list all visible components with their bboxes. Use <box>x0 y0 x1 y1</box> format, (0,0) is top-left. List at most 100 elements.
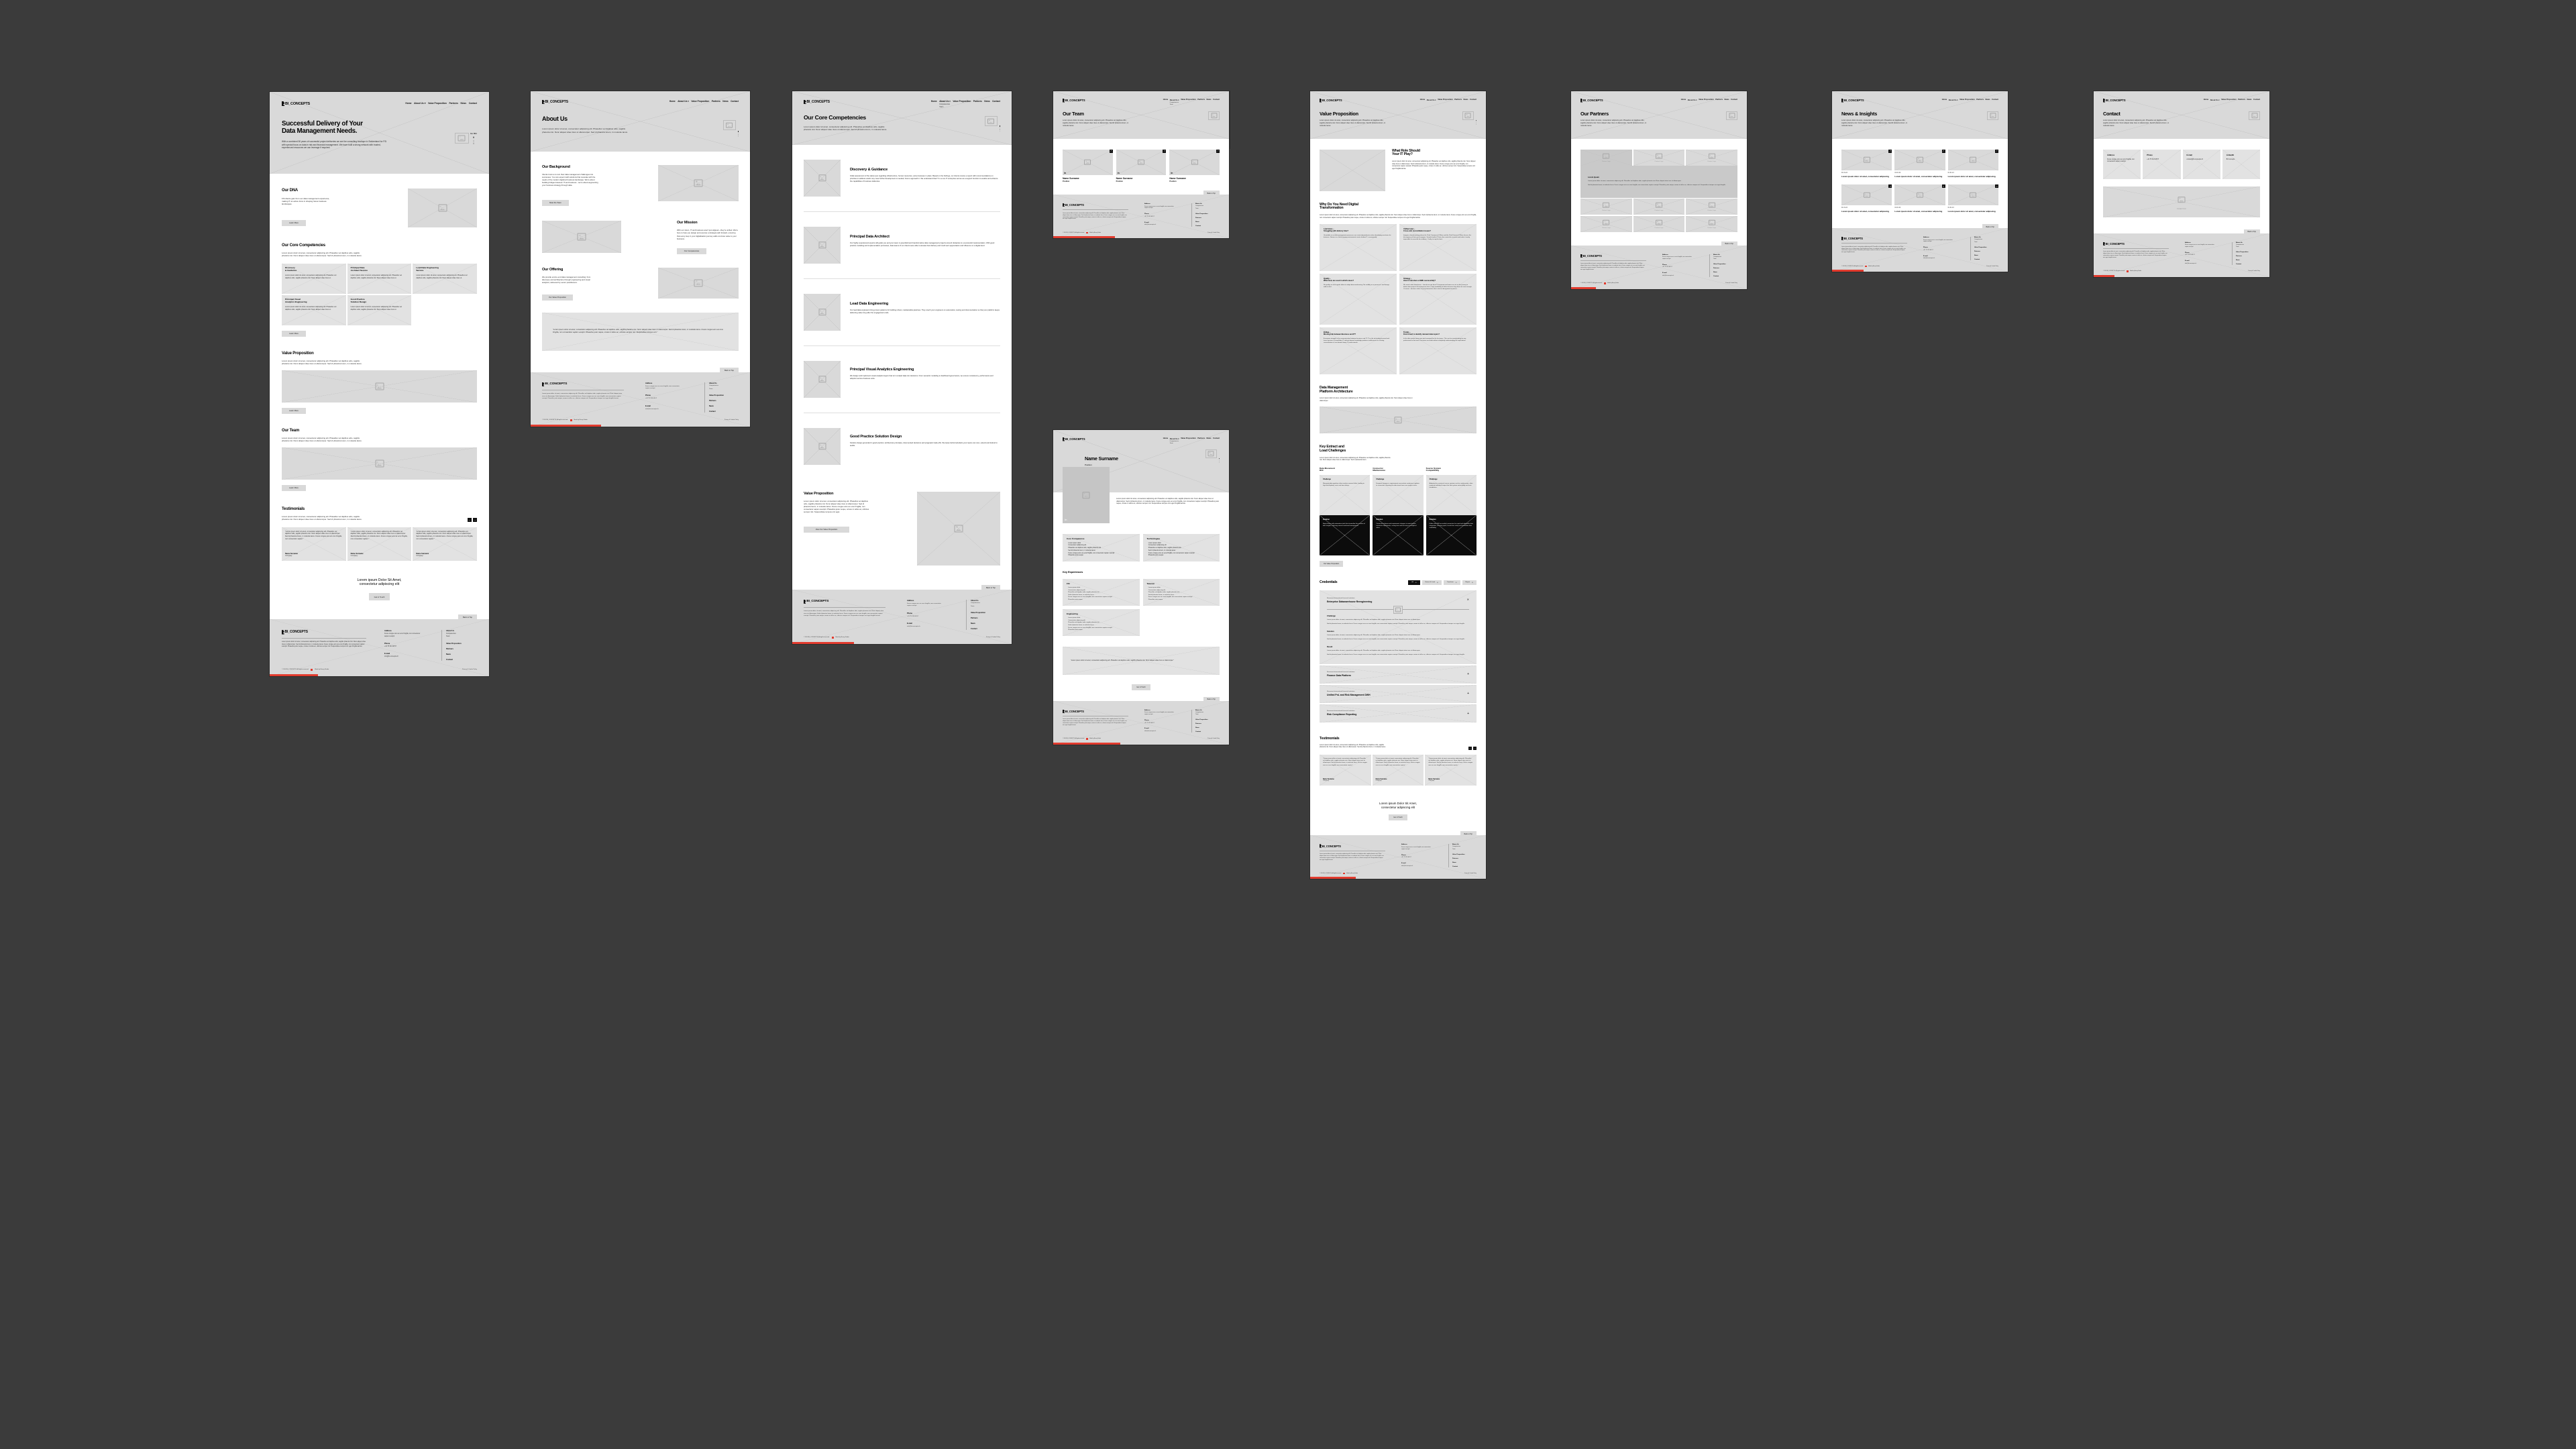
footer-logo[interactable]: BI_CONCEPTS <box>2103 241 2169 246</box>
footer-privacy-link[interactable]: Privacy & Cookie Policy <box>2248 270 2260 272</box>
footer-link-contact[interactable]: Contact <box>1195 731 1220 733</box>
nav-links[interactable]: Home About Us ▾ Value Proposition Partne… <box>2204 99 2260 101</box>
footer-logo[interactable]: BI_CONCEPTS <box>1063 709 1128 713</box>
back-to-top-button[interactable]: Back to Top <box>1203 696 1220 702</box>
nav-item-news[interactable]: News <box>1207 437 1212 440</box>
footer-link-news[interactable]: News <box>1195 221 1220 223</box>
footer-link-about[interactable]: About Us <box>446 630 477 632</box>
footer-email-value[interactable]: info@bi-concepts.ch <box>645 409 683 411</box>
footer-link-value[interactable]: Value Proposition <box>1195 719 1220 720</box>
nav-item-value[interactable]: Value Proposition <box>1438 99 1453 101</box>
nav-item-home[interactable]: Home <box>1942 99 1947 101</box>
nav-links[interactable]: Home About Us ▾ Value Proposition Partne… <box>405 102 477 105</box>
nav-item-contact[interactable]: Contact <box>2253 99 2260 101</box>
back-to-top-button[interactable]: Back to Top <box>981 584 1000 591</box>
nav-item-home[interactable]: Home <box>1681 99 1686 101</box>
nav-links[interactable]: Home About Us ▾ Competencies Team Value … <box>1163 99 1220 105</box>
footer-privacy-link[interactable]: Privacy & Cookie Policy <box>986 637 1000 639</box>
nav-item-news[interactable]: News <box>1207 99 1212 101</box>
nav-item-partners[interactable]: Partners <box>973 100 982 103</box>
partner-logo-tile[interactable]: Partner Logo <box>1686 198 1737 215</box>
footer-phone-value[interactable]: +41 75 313 08 57 <box>1401 857 1432 859</box>
credentials-filter-transform[interactable]: Transform ⊡ <box>1443 580 1460 585</box>
nav-item-news[interactable]: News <box>1464 99 1468 101</box>
nav-item-value[interactable]: Value Proposition <box>428 102 447 105</box>
nav-bar[interactable]: BI_CONCEPTS Home About Us ▾ Value Propos… <box>282 101 477 106</box>
partner-logo-tile[interactable]: Partner Logo <box>1686 215 1737 232</box>
section-dots[interactable] <box>1218 458 1220 463</box>
open-article-icon[interactable]: ↗ <box>1888 149 1892 153</box>
nav-item-contact[interactable]: Contact <box>1213 437 1220 440</box>
page-home[interactable]: BI_CONCEPTS Home About Us ▾ Value Propos… <box>270 92 489 676</box>
view-value-proposition-button[interactable]: View Our Value Proposition <box>804 527 849 533</box>
news-card[interactable]: ↗ 01.01.24 Lorem ipsum dolor sit amet, c… <box>1947 149 1998 178</box>
plus-icon[interactable]: + <box>1467 672 1469 676</box>
nav-item-about[interactable]: About Us ▾ Competencies Team <box>1170 437 1179 444</box>
back-to-top-button[interactable]: Back to Top <box>1982 224 1998 230</box>
footer-email-value[interactable]: info@bi-concepts.ch <box>1923 258 1954 260</box>
nav-item-value[interactable]: Value Proposition <box>953 100 971 103</box>
footer-logo[interactable]: BI_CONCEPTS <box>804 599 885 604</box>
footer-link-competencies[interactable]: Competencies <box>2236 244 2260 246</box>
footer-link-team[interactable]: Team <box>1195 714 1220 716</box>
page-value-proposition[interactable]: BI_CONCEPTS Home About Us ▾ Value Propos… <box>1310 91 1486 879</box>
credential-accordion-item[interactable]: Renowned international financial institu… <box>1320 665 1477 684</box>
meet-the-team-button[interactable]: Meet the Team <box>542 200 569 207</box>
nav-item-contact[interactable]: Contact <box>469 102 477 105</box>
team-member-card[interactable]: ↗ in Name Surname Position <box>1169 149 1220 182</box>
footer-email-value[interactable]: info@bi-concepts.ch <box>1662 275 1693 277</box>
footer-email-value[interactable]: info@bi-concepts.ch <box>2185 263 2216 265</box>
footer-made-by[interactable]: Made by Bunny Studio <box>315 669 329 671</box>
footer-logo[interactable]: BI_CONCEPTS <box>1841 237 1907 241</box>
footer-link-partners[interactable]: Partners <box>709 400 739 402</box>
logo[interactable]: BI_CONCEPTS <box>1063 437 1085 441</box>
nav-links[interactable]: Home About Us ▾ Value Proposition Partne… <box>1420 99 1477 101</box>
open-article-icon[interactable]: ↗ <box>1941 184 1945 189</box>
back-to-top-button[interactable]: Back to Top <box>2243 229 2260 235</box>
competency-card[interactable]: Lead Data Engineering Service Lorem ipsu… <box>413 264 477 294</box>
footer-link-team[interactable]: Team <box>2236 246 2260 248</box>
footer-privacy-link[interactable]: Privacy & Cookie Policy <box>1208 738 1220 740</box>
nav-links[interactable]: Home About Us ▾ Competencies Team Value … <box>1163 437 1220 444</box>
footer-link-competencies[interactable]: Competencies <box>1974 239 1998 241</box>
nav-item-value[interactable]: Value Proposition <box>2221 99 2237 101</box>
footer-link-about[interactable]: About Us <box>1713 254 1737 256</box>
nav-links[interactable]: Home About Us ▾ Competencies Team Value … <box>931 100 1000 108</box>
footer-phone-value[interactable]: +41 75 313 08 57 <box>2185 254 2216 256</box>
nav-item-home[interactable]: Home <box>405 102 411 105</box>
footer-link-partners[interactable]: Partners <box>1713 268 1737 269</box>
footer-logo[interactable]: BI_CONCEPTS <box>1063 203 1128 207</box>
plus-icon[interactable]: + <box>1467 692 1469 696</box>
back-to-top-button[interactable]: Back to Top <box>1721 241 1737 247</box>
open-article-icon[interactable]: ↗ <box>1995 184 1998 189</box>
open-member-icon[interactable]: ↗ <box>1109 149 1113 153</box>
testimonial-prev-button[interactable]: ← <box>1468 746 1472 750</box>
linkedin-icon[interactable]: in <box>1064 172 1066 174</box>
footer-link-contact[interactable]: Contact <box>971 628 1000 630</box>
footer-phone-value[interactable]: +41 75 313 08 57 <box>1144 722 1175 724</box>
news-card[interactable]: ↗ 01.01.24 Lorem ipsum dolor sit amet, c… <box>1894 149 1945 178</box>
competency-card[interactable]: Principal Data Architect Service Lorem i… <box>347 264 412 294</box>
footer-link-news[interactable]: News <box>1195 727 1220 729</box>
footer-link-value[interactable]: Value Proposition <box>1452 854 1477 855</box>
footer-email-value[interactable]: info@bi-concepts.ch <box>384 656 423 658</box>
credential-accordion-item[interactable]: Renowned international financial institu… <box>1320 684 1477 704</box>
logo[interactable]: BI_CONCEPTS <box>1580 99 1603 103</box>
footer-link-about[interactable]: About Us <box>1195 203 1220 205</box>
nav-item-home[interactable]: Home <box>931 100 937 103</box>
contact-card-value[interactable]: contact@bi-concepts.ch <box>2187 159 2216 161</box>
back-to-top-button[interactable]: Back to Top <box>1203 191 1220 197</box>
mission-competencies-button[interactable]: Our Competencies <box>677 248 706 254</box>
nav-item-about[interactable]: About Us ▾ Competencies Team <box>939 100 951 108</box>
footer-link-about[interactable]: About Us <box>2236 242 2260 244</box>
about-submenu[interactable]: Competencies Team <box>939 103 950 108</box>
footer-phone-value[interactable]: +41 75 313 08 57 <box>1923 250 1954 252</box>
nav-links[interactable]: Home About Us ▾ Value Proposition Partne… <box>669 100 739 103</box>
footer-email-value[interactable]: info@bi-concepts.ch <box>1144 731 1175 733</box>
page-news[interactable]: BI_CONCEPTS Home About Us ▾ Value Propos… <box>1832 91 2008 272</box>
footer-link-contact[interactable]: Contact <box>1974 259 1998 260</box>
competency-card[interactable]: Discovery & Guidance Lorem ipsum dolor s… <box>282 264 346 294</box>
footer-privacy-link[interactable]: Privacy & Cookie Policy <box>1464 873 1477 875</box>
footer-link-value[interactable]: Value Proposition <box>709 394 739 396</box>
about-submenu[interactable]: Competencies Team <box>1170 102 1179 105</box>
